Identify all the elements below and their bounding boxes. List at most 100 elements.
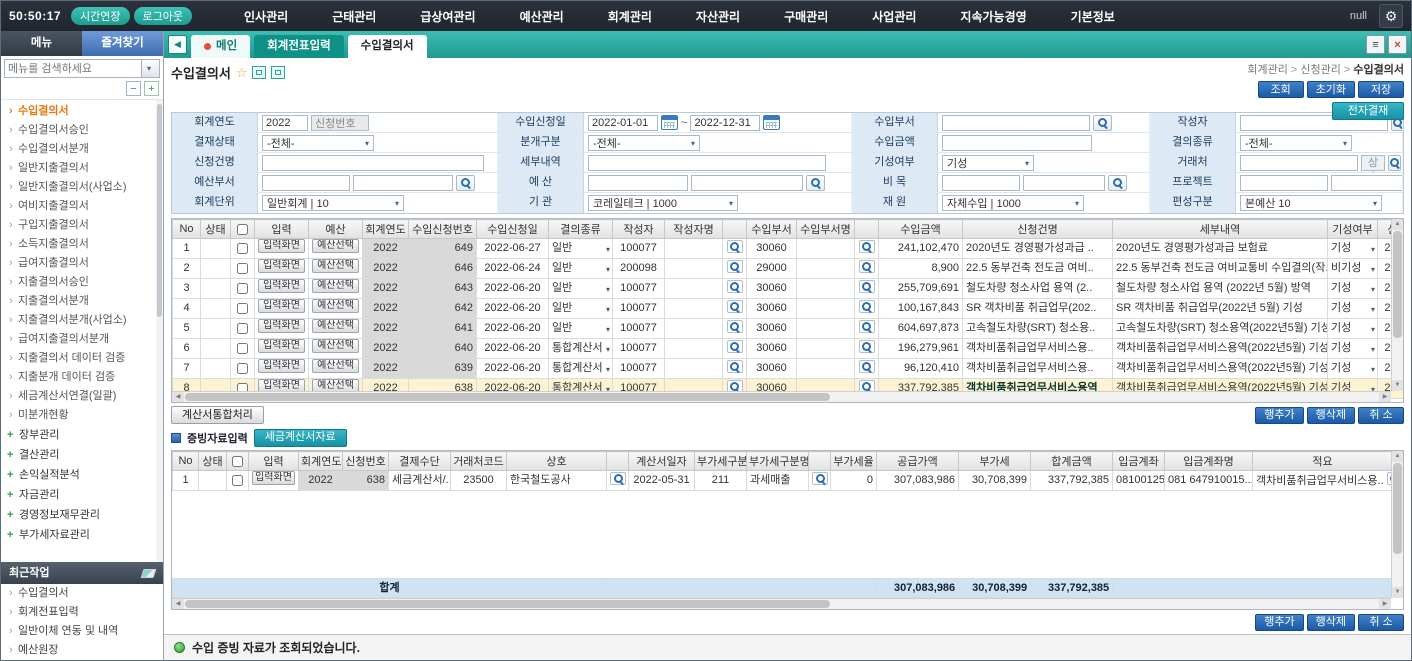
search-icon[interactable] xyxy=(727,240,743,253)
cell-decision-type[interactable]: 일반 xyxy=(549,319,613,339)
cell-request-date[interactable]: 2022-06-20 xyxy=(477,299,549,319)
cell-supply-amount[interactable]: 307,083,986 xyxy=(877,471,959,491)
evidence-grid-hscrollbar[interactable] xyxy=(172,598,1391,609)
income-row[interactable]: 2 입력화면 예산선택 2022 646 2022-06-24 일반 20009… xyxy=(173,259,1405,279)
income-row[interactable]: 3 입력화면 예산선택 2022 643 2022-06-20 일반 10007… xyxy=(173,279,1405,299)
cell-pay-method[interactable]: 세금계산서/.. xyxy=(389,471,451,491)
search-icon[interactable] xyxy=(727,280,743,293)
row-add-button[interactable]: 행추가 xyxy=(1255,614,1303,631)
recent-work-item[interactable]: 회계전표입력 xyxy=(1,603,163,622)
input-screen-button[interactable]: 입력화면 xyxy=(258,339,305,353)
input-screen-button[interactable]: 입력화면 xyxy=(258,319,305,333)
cell-dept[interactable]: 30060 xyxy=(747,239,797,259)
row-checkbox[interactable] xyxy=(232,475,243,486)
menu-search-dropdown-icon[interactable] xyxy=(142,59,160,78)
cell-decision-type[interactable]: 일반 xyxy=(549,299,613,319)
favorite-star-icon[interactable]: ☆ xyxy=(236,66,248,79)
evidence-grid-vscrollbar[interactable] xyxy=(1391,451,1403,598)
budget-dept-search-icon[interactable] xyxy=(456,175,475,191)
menu-tree-item[interactable]: 지출결의서분개(사업소) xyxy=(1,311,163,330)
cell-title[interactable]: 객차비품취급업무서비스용.. xyxy=(963,359,1113,379)
search-icon[interactable] xyxy=(859,340,875,353)
cell-writer[interactable]: 100077 xyxy=(613,339,665,359)
tab-list-icon[interactable]: ≡ xyxy=(1366,35,1385,54)
plan-select[interactable]: 본예산 10 xyxy=(1240,195,1382,211)
cell-progress[interactable]: 기성 xyxy=(1328,239,1378,259)
search-icon[interactable] xyxy=(727,260,743,273)
income-dept-search-icon[interactable] xyxy=(1093,115,1112,131)
vendor-input[interactable] xyxy=(1240,155,1358,171)
tab-back-icon[interactable]: ◀ xyxy=(168,35,187,54)
budget-select-button[interactable]: 예산선택 xyxy=(312,359,359,373)
cell-vendor[interactable]: 한국철도공사 xyxy=(507,471,607,491)
row-checkbox[interactable] xyxy=(237,343,248,354)
cell-decision-type[interactable]: 통합계산서 xyxy=(549,339,613,359)
cell-progress[interactable]: 기성 xyxy=(1328,339,1378,359)
cell-progress[interactable]: 비기성 xyxy=(1328,259,1378,279)
cell-detail[interactable]: 객차비품취급업무서비스용역(2022년5월) 기성 xyxy=(1113,359,1328,379)
menu-tree-item[interactable]: 수입결의서 xyxy=(1,102,163,121)
cell-detail[interactable]: 2020년도 경영평가성과급 보험료 xyxy=(1113,239,1328,259)
top-menu-item[interactable]: 구매관리 xyxy=(784,8,828,25)
detail-input[interactable] xyxy=(588,155,826,171)
tab-close-icon[interactable]: × xyxy=(1388,35,1407,54)
row-add-button[interactable]: 행추가 xyxy=(1255,407,1303,424)
income-grid-vscrollbar[interactable] xyxy=(1391,219,1403,391)
tab-income-resolution[interactable]: 수입결의서 xyxy=(348,35,427,58)
cell-detail[interactable]: 객차비품취급업무서비스용역(2022년5월) 기성 xyxy=(1113,339,1328,359)
vendor-search-icon[interactable] xyxy=(1388,155,1401,171)
menu-tree-item[interactable]: 구입지출결의서 xyxy=(1,216,163,235)
search-icon[interactable] xyxy=(859,300,875,313)
cell-vat-amount[interactable]: 30,708,399 xyxy=(959,471,1031,491)
menu-tree-item[interactable]: 일반지출결의서(사업소) xyxy=(1,178,163,197)
budget-select-button[interactable]: 예산선택 xyxy=(312,319,359,333)
vscroll-thumb[interactable] xyxy=(1393,231,1402,338)
row-checkbox[interactable] xyxy=(237,363,248,374)
menu-tree-item[interactable]: 세금계산서연결(일괄) xyxy=(1,387,163,406)
budget-dept-code-input[interactable] xyxy=(262,175,350,191)
menu-group-item[interactable]: 결산관리 xyxy=(1,445,163,465)
row-checkbox[interactable] xyxy=(237,323,248,334)
budget-select-button[interactable]: 예산선택 xyxy=(312,339,359,353)
input-screen-button[interactable]: 입력화면 xyxy=(258,299,305,313)
cell-request-date[interactable]: 2022-06-27 xyxy=(477,239,549,259)
menu-tree-item[interactable]: 지출결의서 데이터 검증 xyxy=(1,349,163,368)
cell-bill-date[interactable]: 2022-05-31 xyxy=(629,471,695,491)
cell-title[interactable]: 2020년도 경영평가성과급 .. xyxy=(963,239,1113,259)
cell-dept[interactable]: 30060 xyxy=(747,319,797,339)
calendar-icon[interactable] xyxy=(763,115,780,130)
search-icon[interactable] xyxy=(727,360,743,373)
search-icon[interactable] xyxy=(727,340,743,353)
cell-amount[interactable]: 8,900 xyxy=(879,259,963,279)
cell-vat-rate[interactable]: 0 xyxy=(831,471,877,491)
cell-amount[interactable]: 96,120,410 xyxy=(879,359,963,379)
income-row[interactable]: 1 입력화면 예산선택 2022 649 2022-06-27 일반 10007… xyxy=(173,239,1405,259)
cell-detail[interactable]: 22.5 동부건축 전도금 여비교통비 수입결의(작.. xyxy=(1113,259,1328,279)
cell-decision-type[interactable]: 일반 xyxy=(549,259,613,279)
input-screen-button[interactable]: 입력화면 xyxy=(258,359,305,373)
journal-type-select[interactable]: -전체- xyxy=(588,135,700,151)
cell-request-date[interactable]: 2022-06-20 xyxy=(477,339,549,359)
new-window-icon[interactable] xyxy=(252,66,266,79)
scroll-down-icon[interactable] xyxy=(1392,380,1403,391)
item-code-input[interactable] xyxy=(942,175,1020,191)
cell-amount[interactable]: 241,102,470 xyxy=(879,239,963,259)
cell-writer[interactable]: 100077 xyxy=(613,319,665,339)
cell-memo[interactable]: 객차비품취급업무서비스용.. xyxy=(1253,471,1393,491)
save-button[interactable]: 저장 xyxy=(1358,81,1404,98)
budget-search-icon[interactable] xyxy=(806,175,825,191)
fiscal-year-input[interactable] xyxy=(262,115,308,131)
reset-button[interactable]: 초기화 xyxy=(1307,81,1355,98)
expand-all-button[interactable]: + xyxy=(144,81,159,96)
cell-dept[interactable]: 30060 xyxy=(747,279,797,299)
request-title-input[interactable] xyxy=(262,155,484,171)
top-menu-item[interactable]: 기본정보 xyxy=(1071,8,1115,25)
cell-decision-type[interactable]: 통합계산서 xyxy=(549,359,613,379)
menu-tree-item[interactable]: 지출분개 데이터 검증 xyxy=(1,368,163,387)
scroll-left-icon[interactable] xyxy=(172,599,184,609)
top-menu-item[interactable]: 회계관리 xyxy=(608,8,652,25)
cell-amount[interactable]: 100,167,843 xyxy=(879,299,963,319)
cell-detail[interactable]: 철도차량 청소사업 용역 (2022년 5월) 방역 xyxy=(1113,279,1328,299)
search-icon[interactable] xyxy=(610,472,626,485)
cell-title[interactable]: 객차비품취급업무서비스용.. xyxy=(963,339,1113,359)
